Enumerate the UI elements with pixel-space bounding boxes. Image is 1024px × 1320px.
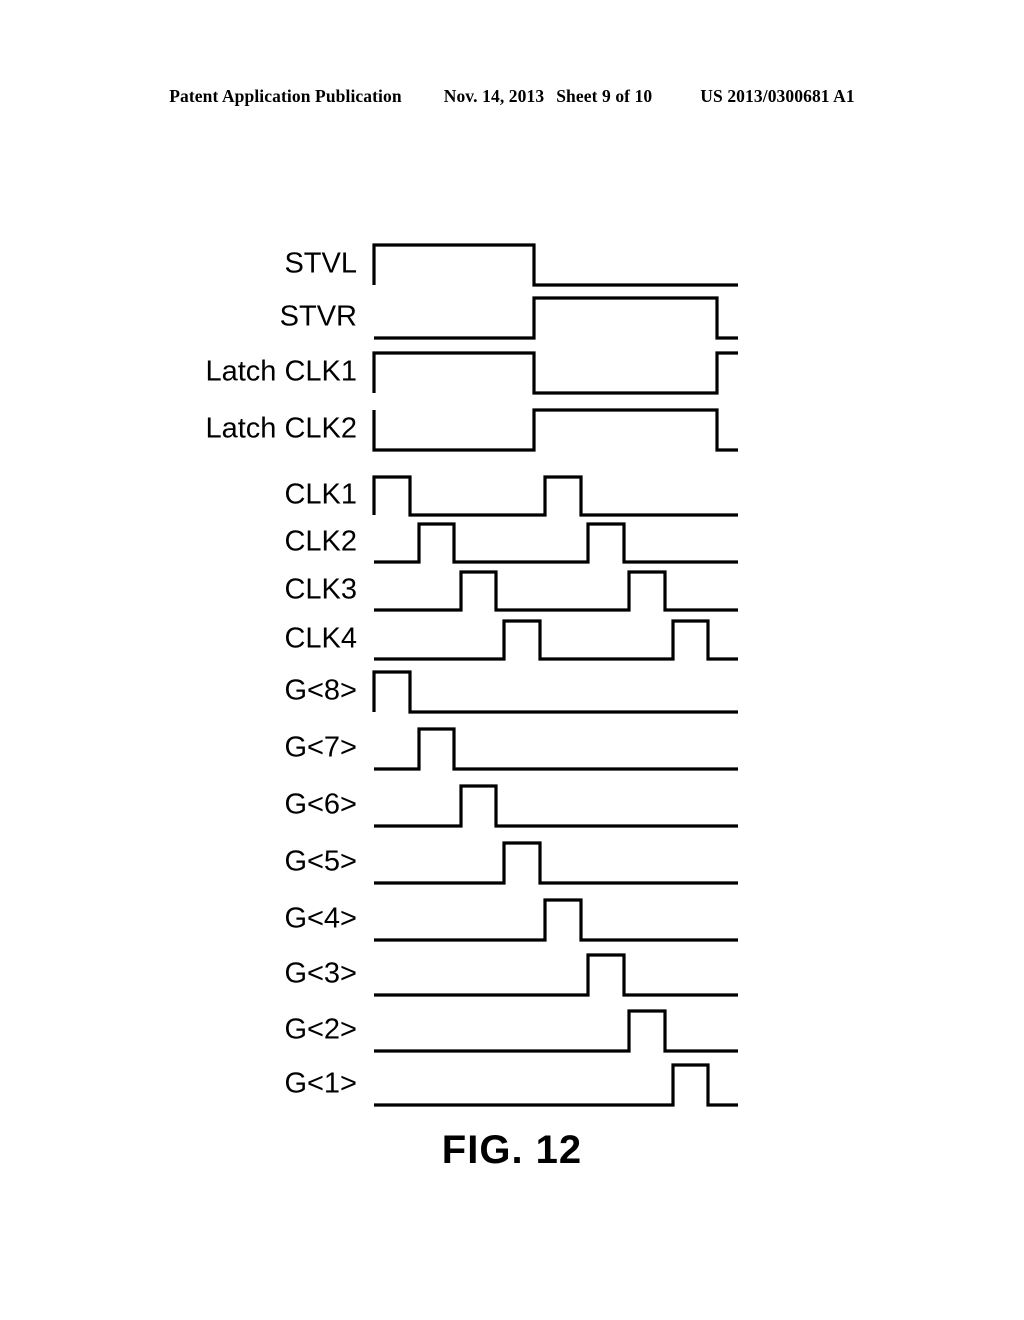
waveform-trace-g5 <box>374 841 738 885</box>
waveform-trace-g2 <box>374 1009 738 1053</box>
waveform-label-g3: G<3> <box>284 958 357 990</box>
waveform-trace-stvr <box>374 296 738 340</box>
waveform-canvas: STVL STVR Latch CLK1 Latch CLK2 CLK1 CLK2 CLK3… <box>205 243 738 1107</box>
waveform-trace-clk2 <box>374 522 738 564</box>
waveform-trace-clk3 <box>374 570 738 612</box>
waveform-label-g4: G<4> <box>284 903 357 935</box>
waveform-label-clk2: CLK2 <box>284 526 357 558</box>
waveform-trace-g4 <box>374 898 738 942</box>
waveform-label-g6: G<6> <box>284 789 357 821</box>
waveform-trace-latchclk1 <box>372 351 738 395</box>
waveform-label-group: STVL STVR Latch CLK1 Latch CLK2 CLK1 CLK2 CLK3… <box>205 248 357 1100</box>
figure-caption: FIG. 12 <box>441 1128 583 1172</box>
waveform-trace-g7 <box>374 727 738 771</box>
waveform-label-clk1: CLK1 <box>284 479 357 511</box>
waveform-label-latchclk1: Latch CLK1 <box>205 356 357 388</box>
waveform-trace-stvl <box>372 243 738 287</box>
waveform-label-g1: G<1> <box>284 1068 357 1100</box>
waveform-trace-clk1 <box>372 475 738 517</box>
timing-diagram-figure: STVL STVR Latch CLK1 Latch CLK2 CLK1 CLK2 CLK3… <box>0 0 1024 1320</box>
waveform-trace-g8 <box>372 670 738 714</box>
waveform-trace-clk4 <box>374 619 738 661</box>
waveform-trace-g1 <box>374 1063 738 1107</box>
waveform-label-clk4: CLK4 <box>284 623 357 655</box>
waveform-trace-g3 <box>374 953 738 997</box>
waveform-label-clk3: CLK3 <box>284 574 357 606</box>
waveform-path-group <box>372 243 738 1107</box>
waveform-label-g2: G<2> <box>284 1014 357 1046</box>
waveform-label-latchclk2: Latch CLK2 <box>205 413 357 445</box>
waveform-trace-latchclk2 <box>372 408 738 452</box>
waveform-label-stvr: STVR <box>280 301 357 333</box>
waveform-label-stvl: STVL <box>284 248 357 280</box>
waveform-trace-g6 <box>374 784 738 828</box>
waveform-label-g8: G<8> <box>284 675 357 707</box>
waveform-label-g7: G<7> <box>284 732 357 764</box>
waveform-label-g5: G<5> <box>284 846 357 878</box>
